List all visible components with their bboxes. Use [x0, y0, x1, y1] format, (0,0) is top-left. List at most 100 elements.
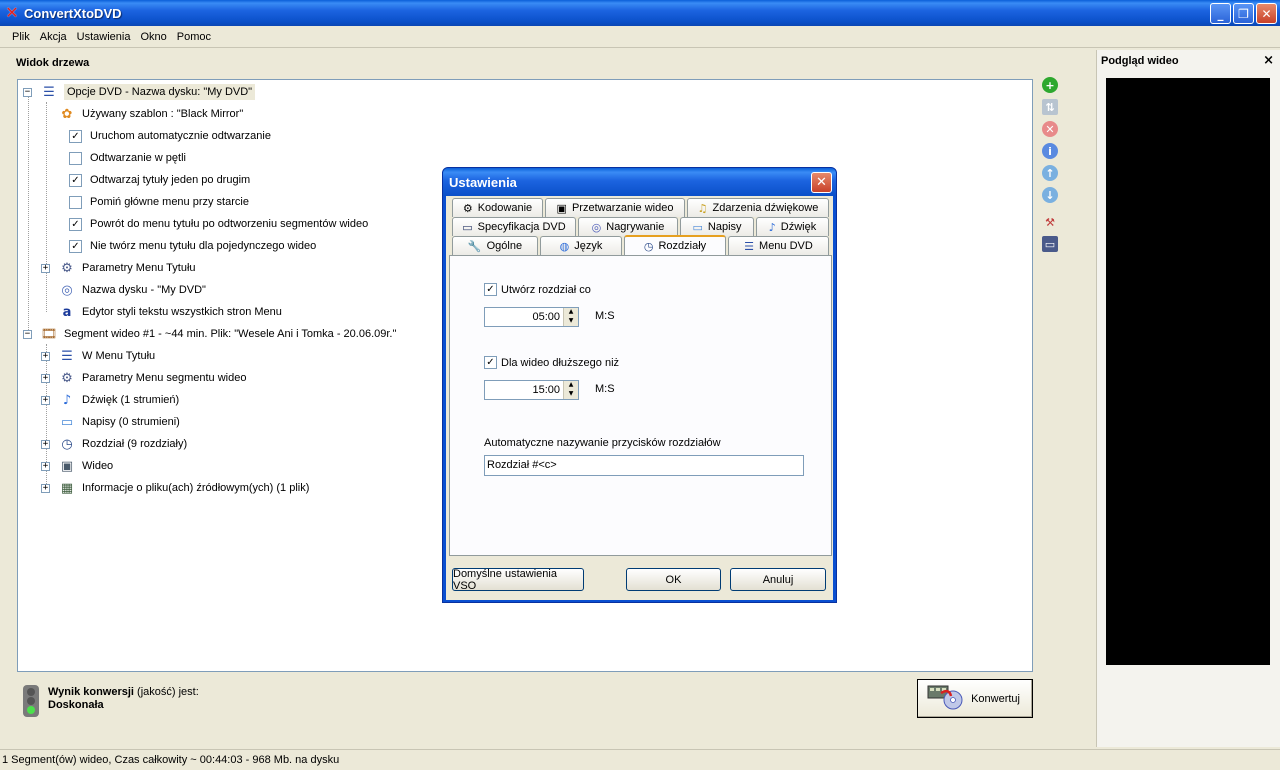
ok-button[interactable]: OK [626, 568, 721, 591]
checkbox-loop[interactable] [69, 151, 82, 165]
move-up-icon[interactable]: ↑ [1042, 165, 1058, 181]
app-logo-icon: ✕ [5, 3, 19, 22]
tree-node-dvd-options[interactable]: − ☰ Opcje DVD - Nazwa dysku: "My DVD" [18, 81, 256, 103]
menu-okno[interactable]: Okno [135, 29, 171, 45]
menu-settings-icon: ⚙ [61, 260, 73, 276]
add-icon[interactable]: + [1042, 77, 1058, 93]
collapse-toggle[interactable]: − [23, 88, 32, 97]
gear-icon: ⚙ [462, 201, 473, 215]
spin-up-icon[interactable]: ▲ [564, 381, 578, 390]
tree-node-segment-menu-params[interactable]: + ⚙ Parametry Menu segmentu wideo [18, 367, 246, 389]
tab-audio[interactable]: ♪ Dźwięk [756, 217, 829, 236]
tree-node-style-editor[interactable]: a Edytor styli tekstu wszystkich stron M… [58, 301, 282, 323]
tree-node-chapters[interactable]: + ◷ Rozdział (9 rozdziały) [18, 433, 187, 455]
checkbox-play-titles[interactable]: ✓ [69, 173, 82, 187]
traffic-light-icon [23, 685, 39, 717]
tab-subtitles[interactable]: ▭ Napisy [680, 217, 754, 236]
tree-check-skip-menu[interactable]: Pomiń główne menu przy starcie [69, 191, 249, 213]
longer-than-spinner[interactable]: 15:00 ▲ ▼ [484, 380, 579, 400]
music-note-icon: ♪ [768, 220, 776, 234]
split-icon[interactable]: ⇅ [1042, 99, 1058, 115]
spin-down-icon[interactable]: ▼ [564, 317, 578, 326]
menu-akcja[interactable]: Akcja [35, 29, 72, 45]
minimize-button[interactable]: _ [1210, 3, 1231, 24]
tree-check-return-menu[interactable]: ✓ Powrót do menu tytułu po odtworzeniu s… [69, 213, 368, 235]
tree-node-video-segment[interactable]: − 🎞 Segment wideo #1 - ~44 min. Plik: "W… [18, 323, 396, 345]
expand-toggle[interactable]: + [41, 352, 50, 361]
expand-toggle[interactable]: + [41, 264, 50, 273]
checkbox-autoplay[interactable]: ✓ [69, 129, 82, 143]
restore-button[interactable]: ❐ [1233, 3, 1254, 24]
preview-monitor-icon[interactable]: ▭ [1042, 236, 1058, 252]
tree-check-loop[interactable]: Odtwarzanie w pętli [69, 147, 186, 169]
speech-bubble-icon: ▭ [692, 220, 703, 234]
checkbox-skip-menu[interactable] [69, 195, 82, 209]
tree-view-title: Widok drzewa [16, 57, 90, 69]
tools-icon[interactable]: ⚒ [1042, 214, 1058, 230]
tab-general[interactable]: 🔧 Ogólne [452, 236, 538, 255]
settings-dialog: Ustawienia ✕ ⚙ Kodowanie ▣ Przetwarzanie w… [442, 167, 837, 603]
preview-close-icon[interactable]: × [1263, 53, 1274, 68]
tree-node-video[interactable]: + ▣ Wideo [18, 455, 113, 477]
tab-dvd-menu[interactable]: ☰ Menu DVD [728, 236, 829, 255]
info-icon[interactable]: i [1042, 143, 1058, 159]
checkbox-return-menu[interactable]: ✓ [69, 217, 82, 231]
tree-node-source-info[interactable]: + ▦ Informacje o pliku(ach) źródłowym(yc… [18, 477, 309, 499]
tab-chapters[interactable]: ◷ Rozdziały [624, 235, 726, 255]
auto-naming-input[interactable]: Rozdział #<c> [484, 455, 804, 476]
globe-icon: ◍ [559, 239, 570, 253]
dialog-body: ⚙ Kodowanie ▣ Przetwarzanie wideo ♫ Zdarzen… [446, 196, 833, 600]
clock-icon: ◷ [61, 436, 73, 452]
expand-toggle[interactable]: + [41, 396, 50, 405]
spin-down-icon[interactable]: ▼ [564, 390, 578, 399]
convert-button[interactable]: Konwertuj [917, 679, 1033, 718]
tree-node-disc-name[interactable]: ◎ Nazwa dysku - "My DVD" [58, 279, 206, 301]
default-settings-button[interactable]: Domyślne ustawienia VSO [452, 568, 584, 592]
checkbox-no-title-menu[interactable]: ✓ [69, 239, 82, 253]
tree-node-template[interactable]: ✿ Używany szablon : "Black Mirror" [58, 103, 244, 125]
tab-encoding[interactable]: ⚙ Kodowanie [452, 198, 543, 217]
status-bar: 1 Segment(ów) wideo, Czas całkowity ~ 00… [0, 749, 1280, 770]
interval-unit-label: M:S [595, 310, 615, 322]
longer-than-unit-label: M:S [595, 383, 615, 395]
longer-than-option[interactable]: ✓ Dla wideo dłuższego niż [484, 356, 619, 369]
menu-pomoc[interactable]: Pomoc [172, 29, 216, 45]
tab-language[interactable]: ◍ Język [540, 236, 622, 255]
menu-plik[interactable]: Plik [7, 29, 35, 45]
chapter-interval-spinner[interactable]: 05:00 ▲ ▼ [484, 307, 579, 327]
tree-node-audio[interactable]: + ♪ Dźwięk (1 strumień) [18, 389, 179, 411]
move-down-icon[interactable]: ↓ [1042, 187, 1058, 203]
tab-video-processing[interactable]: ▣ Przetwarzanie wideo [545, 198, 685, 217]
tab-burning[interactable]: ◎ Nagrywanie [578, 217, 678, 236]
menu-bar: Plik Akcja Ustawienia Okno Pomoc [0, 26, 1280, 48]
tab-sound-events[interactable]: ♫ Zdarzenia dźwiękowe [687, 198, 829, 217]
tab-dvd-spec[interactable]: ▭ Specyfikacja DVD [452, 217, 576, 236]
tree-check-autoplay[interactable]: ✓ Uruchom automatycznie odtwarzanie [69, 125, 271, 147]
checkbox-longer-than[interactable]: ✓ [484, 356, 497, 369]
conversion-result-label: Wynik konwersji (jakość) jest: [48, 686, 199, 698]
close-button[interactable]: ✕ [1256, 3, 1277, 24]
collapse-toggle[interactable]: − [23, 330, 32, 339]
tree-check-play-titles[interactable]: ✓ Odtwarzaj tytuły jeden po drugim [69, 169, 250, 191]
create-chapter-every-option[interactable]: ✓ Utwórz rozdział co [484, 283, 591, 296]
expand-toggle[interactable]: + [41, 440, 50, 449]
wrench-icon: 🔧 [467, 239, 482, 253]
convert-film-disc-icon [927, 685, 963, 710]
conversion-quality-value: Doskonała [48, 699, 104, 711]
remove-icon[interactable]: ✕ [1042, 121, 1058, 137]
menu-ustawienia[interactable]: Ustawienia [72, 29, 136, 45]
dialog-close-button[interactable]: ✕ [811, 172, 832, 193]
tree-check-no-title-menu[interactable]: ✓ Nie twórz menu tytułu dla pojedynczego… [69, 235, 316, 257]
expand-toggle[interactable]: + [41, 462, 50, 471]
checkbox-create-chapter-every[interactable]: ✓ [484, 283, 497, 296]
tree-node-title-menu-params[interactable]: + ⚙ Parametry Menu Tytułu [18, 257, 196, 279]
tree-node-subtitles[interactable]: ▭ Napisy (0 strumieni) [58, 411, 180, 433]
chapters-tab-panel: ✓ Utwórz rozdział co 05:00 ▲ ▼ M:S ✓ Dla … [449, 255, 832, 556]
spin-up-icon[interactable]: ▲ [564, 308, 578, 317]
cancel-button[interactable]: Anuluj [730, 568, 826, 591]
expand-toggle[interactable]: + [41, 484, 50, 493]
disc-icon: ◎ [591, 220, 602, 234]
expand-toggle[interactable]: + [41, 374, 50, 383]
auto-naming-label: Automatyczne nazywanie przycisków rozdzi… [484, 437, 721, 449]
tree-node-in-title-menu[interactable]: + ☰ W Menu Tytułu [18, 345, 155, 367]
